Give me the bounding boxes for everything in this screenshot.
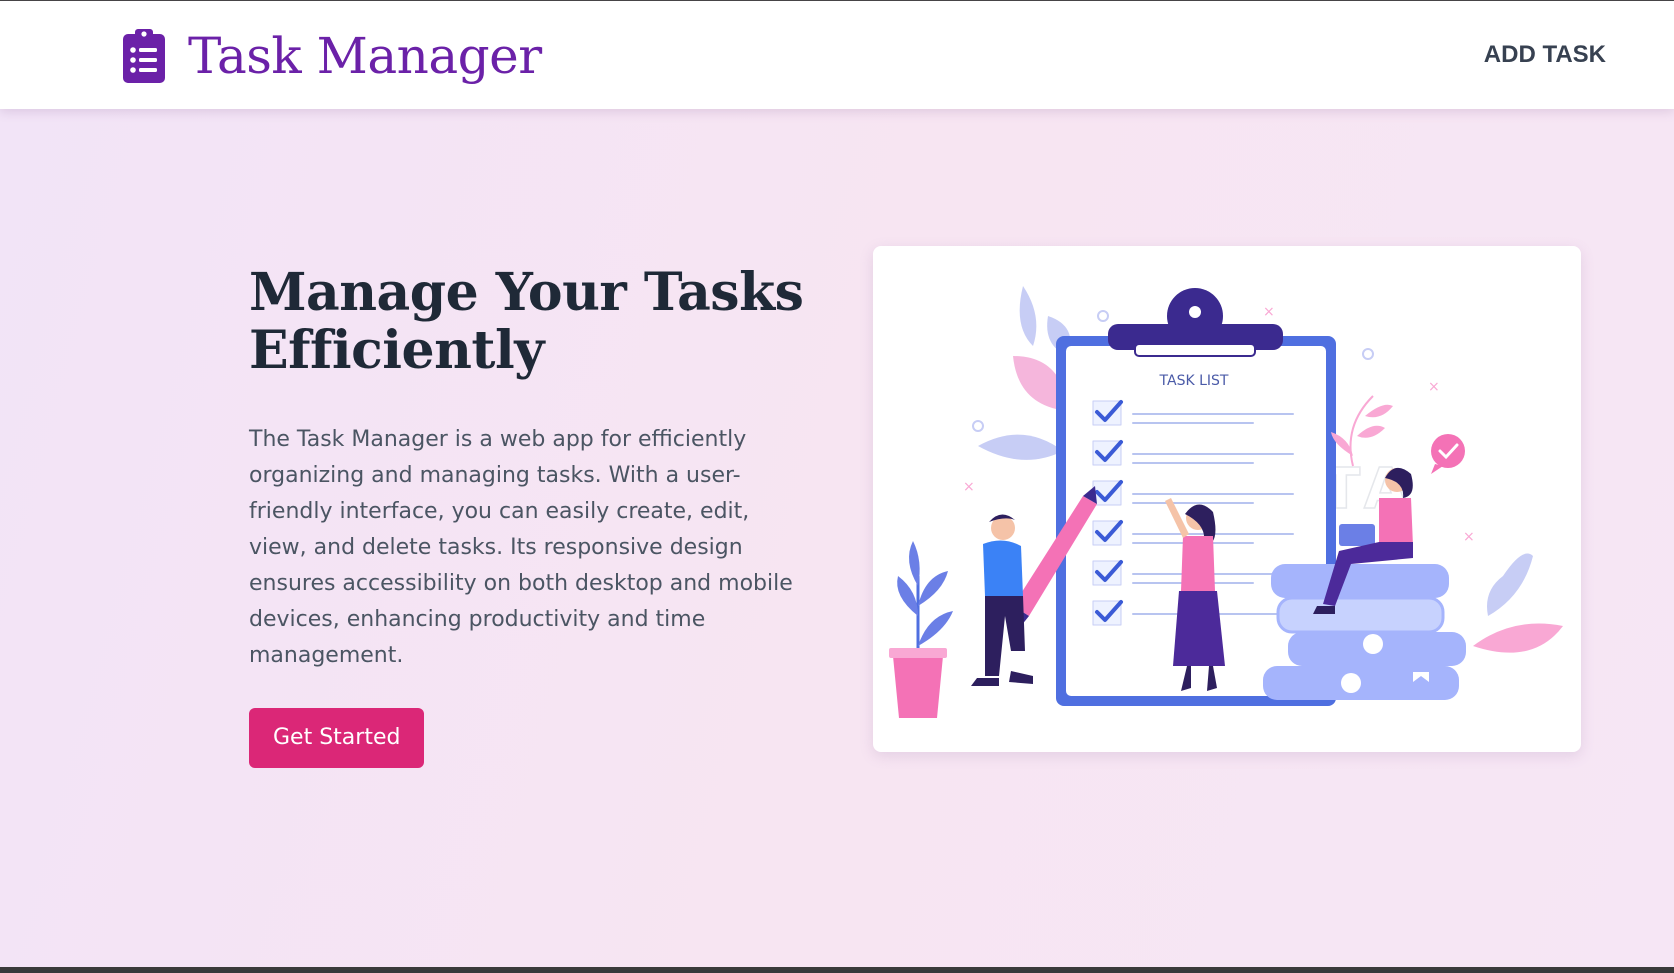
get-started-button[interactable]: Get Started (249, 708, 425, 768)
task-list-illustration: PIXTA TASK LIST (889, 286, 1563, 718)
svg-text:×: × (1463, 529, 1475, 545)
svg-text:×: × (1263, 304, 1275, 320)
svg-text:×: × (1428, 379, 1440, 395)
hero-section: Manage Your Tasks Efficiently The Task M… (0, 109, 1674, 967)
check-bubble-icon (1431, 434, 1465, 474)
clipboard-heading: TASK LIST (1159, 373, 1229, 389)
hero-illustration-card: PIXTA TASK LIST (873, 246, 1581, 752)
potted-plant (889, 541, 953, 718)
brand-link[interactable]: Task Manager (122, 27, 542, 85)
hero-text-block: Manage Your Tasks Efficiently The Task M… (249, 264, 809, 768)
clipboard-list-icon (123, 29, 165, 83)
book-stack (1263, 564, 1466, 700)
hero-title: Manage Your Tasks Efficiently (249, 262, 804, 381)
svg-text:×: × (963, 479, 975, 495)
window-bottom-border (0, 967, 1674, 973)
nav-add-task-link[interactable]: ADD TASK (1484, 41, 1606, 69)
brand-name: Task Manager (188, 27, 542, 85)
hero-description: The Task Manager is a web app for effici… (249, 427, 793, 668)
navbar: Task Manager ADD TASK (0, 1, 1674, 109)
